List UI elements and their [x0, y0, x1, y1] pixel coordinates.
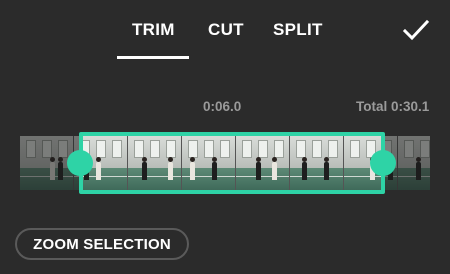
trim-end-handle[interactable]	[370, 150, 396, 176]
trim-start-handle[interactable]	[67, 150, 93, 176]
zoom-selection-button[interactable]: ZOOM SELECTION	[15, 228, 189, 260]
tab-split[interactable]: SPLIT	[273, 20, 323, 40]
total-duration: Total 0:30.1	[356, 99, 430, 114]
video-trim-editor: TRIM CUT SPLIT 0:06.0 Total 0:30.1 ZOOM …	[0, 0, 450, 274]
tab-cut[interactable]: CUT	[208, 20, 244, 40]
trim-selection-frame[interactable]	[79, 132, 385, 194]
tab-trim[interactable]: TRIM	[132, 20, 175, 40]
confirm-button[interactable]	[401, 15, 431, 45]
mode-tabs: TRIM CUT SPLIT	[0, 0, 450, 60]
active-tab-indicator	[117, 56, 189, 59]
checkmark-icon	[402, 19, 430, 41]
current-time: 0:06.0	[203, 99, 242, 114]
